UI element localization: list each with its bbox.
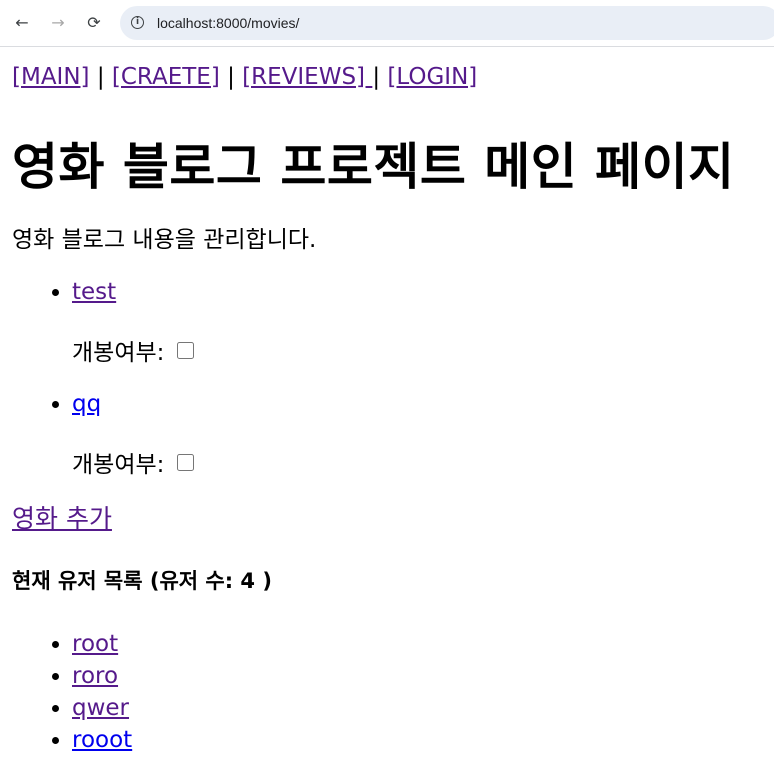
nav-separator: |: [96, 64, 105, 90]
nav-main-link[interactable]: [MAIN]: [12, 64, 90, 90]
user-list-item: roro: [72, 660, 132, 692]
movie-title-link[interactable]: qq: [72, 386, 194, 426]
release-status-checkbox[interactable]: [177, 453, 195, 471]
movie-item: qq 개봉여부:: [72, 386, 195, 498]
release-status-label: 개봉여부:: [72, 340, 165, 366]
movie-title-link[interactable]: test: [72, 274, 194, 314]
add-movie-link[interactable]: 영화 추가: [12, 499, 112, 535]
forward-arrow-icon[interactable]: →: [47, 11, 69, 33]
nav-create-link[interactable]: [CRAETE]: [112, 64, 220, 90]
user-list-heading: 현재 유저 목록 (유저 수: 4 ): [12, 569, 272, 593]
page-content: [MAIN] | [CRAETE] | [REVIEWS] | [LOGIN] …: [12, 60, 772, 753]
nav-login-link[interactable]: [LOGIN]: [387, 64, 477, 90]
reload-icon[interactable]: ⟳: [83, 11, 105, 33]
user-link[interactable]: qwer: [72, 695, 129, 721]
address-bar[interactable]: i localhost:8000/movies/: [120, 6, 774, 40]
user-list-item: root: [72, 628, 132, 660]
user-list-item: rooot: [72, 724, 132, 756]
top-navigation: [MAIN] | [CRAETE] | [REVIEWS] | [LOGIN]: [12, 60, 772, 94]
browser-toolbar: ← → ⟳ i localhost:8000/movies/: [0, 0, 774, 47]
nav-separator: |: [227, 64, 235, 90]
nav-separator: |: [372, 64, 381, 90]
user-list: root roro qwer rooot: [12, 628, 132, 756]
release-status-row: 개봉여부:: [72, 314, 195, 386]
movie-list: test 개봉여부: qq 개봉여부:: [12, 274, 195, 498]
release-status-label: 개봉여부:: [72, 452, 165, 478]
movie-item: test 개봉여부:: [72, 274, 195, 386]
site-info-icon[interactable]: i: [131, 16, 144, 29]
back-arrow-icon[interactable]: ←: [11, 11, 33, 33]
user-link[interactable]: rooot: [72, 727, 132, 753]
user-list-item: qwer: [72, 692, 132, 724]
release-status-checkbox[interactable]: [177, 341, 195, 359]
user-link[interactable]: root: [72, 631, 118, 657]
nav-reviews-link[interactable]: [REVIEWS]: [242, 64, 372, 90]
page-title: 영화 블로그 프로젝트 메인 페이지: [12, 138, 735, 196]
url-text[interactable]: localhost:8000/movies/: [157, 15, 299, 31]
user-link[interactable]: roro: [72, 663, 118, 689]
release-status-row: 개봉여부:: [72, 426, 195, 498]
page-description: 영화 블로그 내용을 관리합니다.: [12, 227, 317, 253]
